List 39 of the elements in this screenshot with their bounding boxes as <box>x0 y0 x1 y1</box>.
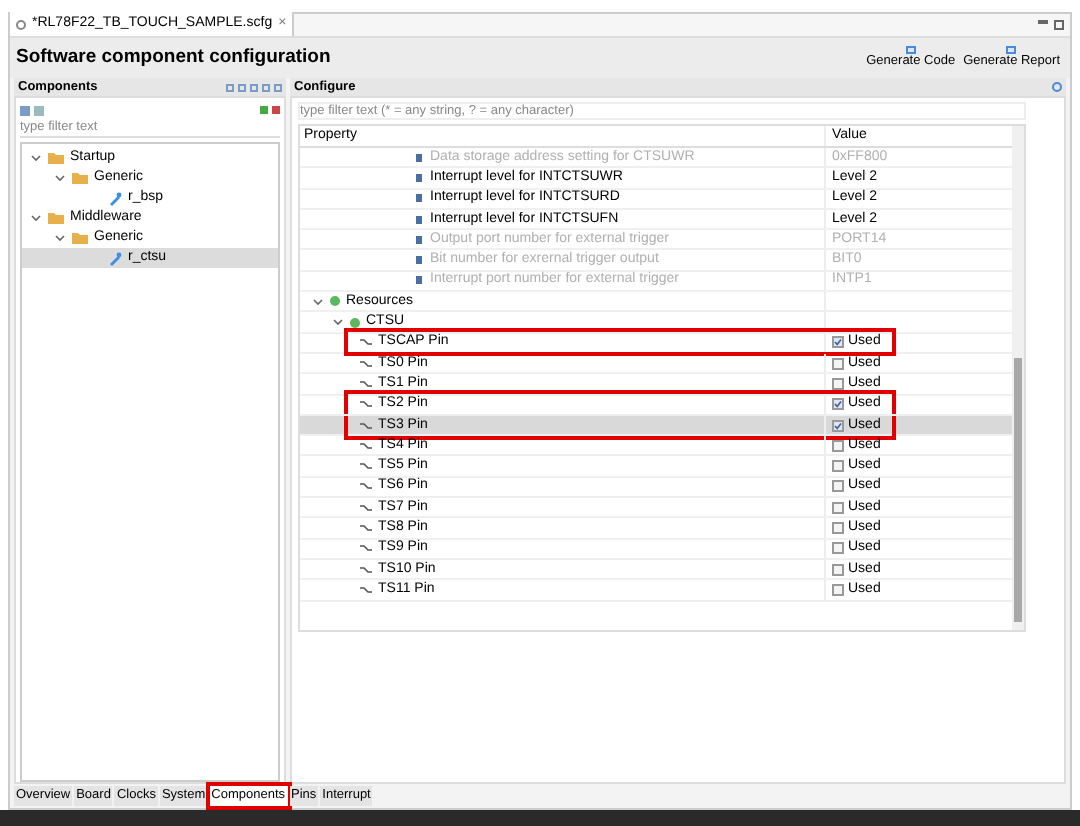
used-checkbox[interactable] <box>832 501 844 514</box>
used-checkbox[interactable] <box>832 377 844 390</box>
used-checkbox[interactable] <box>832 398 844 411</box>
component-icon <box>108 251 122 265</box>
pin-icon <box>360 482 372 491</box>
pin-icon <box>360 503 372 512</box>
property-icon <box>416 215 422 224</box>
used-checkbox[interactable] <box>832 542 844 555</box>
pin-icon <box>360 441 372 450</box>
page-title: Software component configuration <box>16 43 331 72</box>
info-icon[interactable] <box>1052 82 1062 92</box>
pin-icon <box>360 379 372 388</box>
used-checkbox[interactable] <box>832 336 844 349</box>
pin-icon <box>360 421 372 429</box>
pin-icon <box>360 544 372 553</box>
property-icon <box>416 194 422 203</box>
settings-icon <box>16 19 26 29</box>
pin-icon <box>360 400 372 409</box>
used-checkbox[interactable] <box>832 357 844 370</box>
component-icon <box>108 191 122 205</box>
pin-icon <box>360 359 372 368</box>
property-icon <box>416 256 422 265</box>
scrollbar[interactable] <box>1012 126 1024 630</box>
pin-icon <box>360 585 372 594</box>
used-checkbox[interactable] <box>832 563 844 576</box>
used-checkbox[interactable] <box>832 480 844 493</box>
property-icon <box>416 235 422 244</box>
maximize-icon[interactable] <box>1054 20 1064 30</box>
property-icon <box>416 173 422 182</box>
used-checkbox[interactable] <box>832 521 844 534</box>
property-icon <box>416 276 422 285</box>
pin-icon <box>360 462 372 471</box>
pin-icon <box>360 565 372 574</box>
used-checkbox[interactable] <box>832 583 844 596</box>
used-checkbox[interactable] <box>832 460 844 473</box>
property-icon <box>416 153 422 162</box>
pin-icon <box>360 338 372 347</box>
used-checkbox[interactable] <box>832 419 844 431</box>
pin-icon <box>360 523 372 532</box>
